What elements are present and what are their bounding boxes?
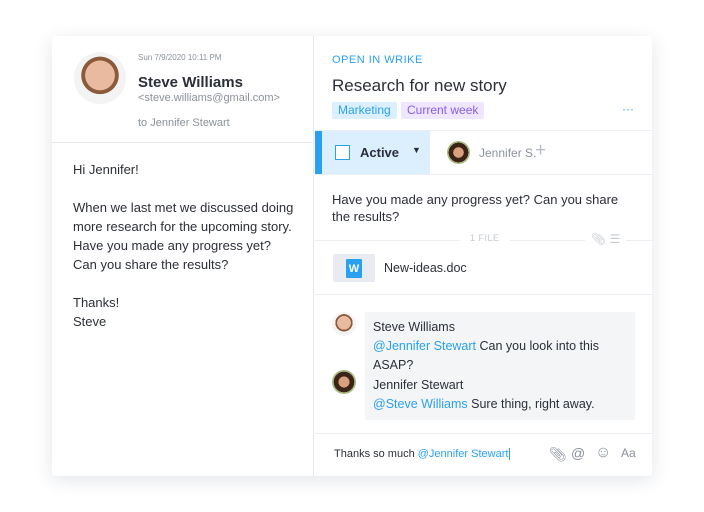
attach-icon[interactable]: 📎︎ [549, 446, 567, 463]
text-format-button[interactable]: Aa [621, 446, 636, 460]
email-paragraph: When we last met we discussed doing more… [73, 200, 294, 272]
file-name[interactable]: New-ideas.doc [384, 261, 467, 275]
mention-link[interactable]: @Steve Williams [373, 397, 468, 411]
divider [315, 294, 652, 295]
mention-icon[interactable]: @ [571, 445, 585, 461]
chevron-down-icon: ▼ [412, 145, 421, 155]
complete-checkbox[interactable] [335, 145, 350, 160]
divider [52, 142, 314, 143]
task-pane: OPEN IN WRIKE Research for new story Mar… [315, 36, 652, 476]
word-document-icon: W [346, 259, 362, 278]
file-thumbnail[interactable]: W [333, 254, 375, 282]
comment-author: Jennifer Stewart [373, 378, 464, 392]
assignee-avatar [447, 141, 470, 164]
email-pane: Sun 7/9/2020 10:11 PM Steve Williams <st… [52, 36, 314, 476]
attach-file-icon[interactable]: 📎︎ ☰ [585, 232, 627, 246]
comment-input[interactable]: Thanks so much @Jennifer Stewart [334, 448, 511, 460]
assignee-name[interactable]: Jennifer S. [479, 146, 536, 160]
email-recipient: to Jennifer Stewart [138, 117, 230, 129]
sender-email: <steve.williams@gmail.com> [138, 92, 280, 104]
status-label: Active [360, 145, 400, 160]
tag-marketing[interactable]: Marketing [332, 102, 397, 119]
divider [315, 174, 652, 175]
open-in-wrike-link[interactable]: OPEN IN WRIKE [332, 54, 423, 66]
files-count: 1 FILE [460, 233, 510, 243]
task-title: Research for new story [332, 76, 507, 95]
composer-text: Thanks so much [334, 448, 418, 460]
tag-current-week[interactable]: Current week [401, 102, 485, 119]
status-dropdown[interactable]: Active ▼ [315, 131, 430, 174]
comment: Jennifer Stewart @Steve Williams Sure th… [365, 370, 635, 420]
comment-text: @Steve Williams Sure thing, right away. [373, 395, 627, 414]
emoji-icon[interactable]: ☺ [595, 444, 611, 462]
comment-message: Sure thing, right away. [467, 397, 595, 411]
sender-avatar [74, 52, 126, 104]
add-assignee-button[interactable]: + [535, 140, 546, 162]
email-body: Hi Jennifer! When we last met we discuss… [73, 160, 298, 331]
task-description: Have you made any progress yet? Can you … [332, 192, 619, 224]
comment-composer[interactable]: Thanks so much @Jennifer Stewart 📎︎ @ ☺ … [315, 433, 652, 476]
email-signature: Steve [73, 314, 107, 329]
email-signoff: Thanks! [73, 295, 120, 310]
sender-name: Steve Williams [138, 74, 243, 91]
comment-avatar-jennifer [332, 370, 356, 394]
comment-avatar-steve [332, 312, 356, 336]
email-task-card: Sun 7/9/2020 10:11 PM Steve Williams <st… [52, 36, 652, 476]
email-greeting: Hi Jennifer! [73, 162, 139, 177]
mention-link[interactable]: @Jennifer Stewart [373, 339, 476, 353]
composer-mention: @Jennifer Stewart [417, 448, 509, 460]
more-options-icon[interactable]: ··· [622, 102, 634, 116]
comment-author: Steve Williams [373, 320, 455, 334]
email-date: Sun 7/9/2020 10:11 PM [138, 53, 222, 62]
